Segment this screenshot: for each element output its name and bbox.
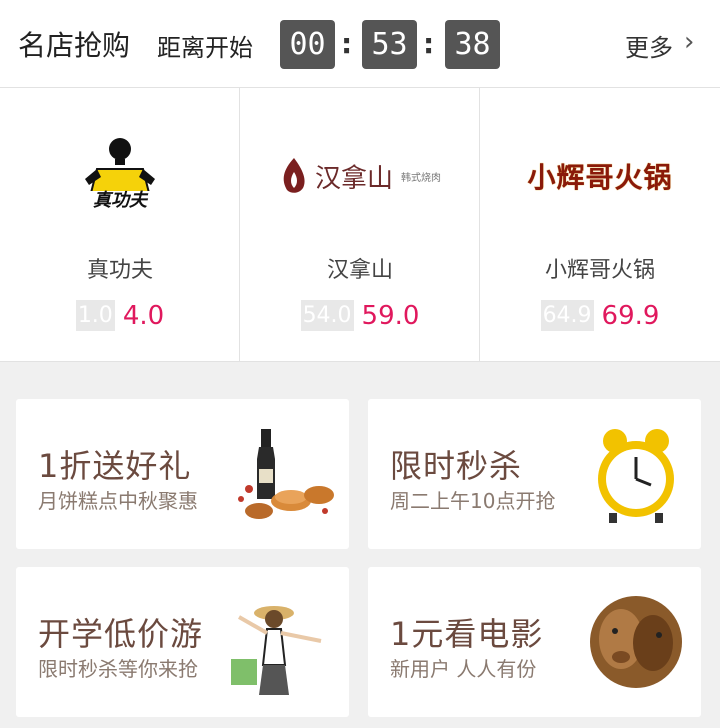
countdown-seconds: 38 <box>445 20 500 69</box>
original-price: 1.0 <box>75 300 115 331</box>
movie-apes-icon <box>590 596 682 688</box>
price-row: 54.0 59.0 <box>240 300 480 331</box>
shop-item-xiaohuige[interactable]: 小辉哥火锅 小辉哥火锅 64.9 69.9 <box>480 88 720 361</box>
shop-name: 真功夫 <box>86 258 153 283</box>
logo-text: 汉拿山 <box>314 163 393 194</box>
promo-subtitle: 限时秒杀等你来抢 <box>38 657 198 681</box>
logo-text: 小辉哥火锅 <box>527 161 673 194</box>
promo-card-gift[interactable]: 1折送好礼 月饼糕点中秋聚惠 <box>16 399 349 549</box>
countdown-label: 距离开始 <box>157 34 253 62</box>
countdown-hours: 00 <box>280 20 335 69</box>
more-link[interactable]: 更多 <box>625 28 673 63</box>
sale-price: 69.9 <box>601 300 660 331</box>
shop-name: 小辉哥火锅 <box>544 258 655 283</box>
countdown-minutes: 53 <box>362 20 417 69</box>
promo-subtitle: 周二上午10点开抢 <box>390 489 556 513</box>
shop-list: 真功夫 真功夫 1.0 4.0 汉拿山 韩式烧肉 汉拿山 54.0 59.0 小… <box>0 88 720 362</box>
xiaohuige-logo: 小辉哥火锅 <box>480 126 720 226</box>
zhengongfu-logo: 真功夫 <box>0 126 240 226</box>
price-row: 1.0 4.0 <box>0 300 240 331</box>
promo-card-movie[interactable]: 1元看电影 新用户 人人有份 <box>368 567 701 717</box>
promo-subtitle: 新用户 人人有份 <box>390 657 537 681</box>
logo-text: 真功夫 <box>93 190 147 211</box>
price-row: 64.9 69.9 <box>480 300 720 331</box>
shop-item-zhengongfu[interactable]: 真功夫 真功夫 1.0 4.0 <box>0 88 240 361</box>
section-title: 名店抢购 <box>18 29 131 62</box>
traveler-girl-icon <box>231 606 322 695</box>
chevron-right-icon[interactable]: › <box>684 27 694 57</box>
promo-title: 1折送好礼 <box>38 447 192 485</box>
original-price: 64.9 <box>540 300 594 331</box>
shop-name: 汉拿山 <box>326 258 393 283</box>
mooncake-wine-icon <box>238 429 334 519</box>
promo-card-flash-sale[interactable]: 限时秒杀 周二上午10点开抢 <box>368 399 701 549</box>
sale-price: 4.0 <box>122 300 165 331</box>
promo-subtitle: 月饼糕点中秋聚惠 <box>38 489 198 513</box>
countdown-separator: : <box>341 27 353 60</box>
original-price: 54.0 <box>300 300 354 331</box>
promo-title: 开学低价游 <box>38 615 204 653</box>
promo-title: 1元看电影 <box>390 615 544 653</box>
shop-item-hannashan[interactable]: 汉拿山 韩式烧肉 汉拿山 54.0 59.0 <box>240 88 480 361</box>
logo-subtext: 韩式烧肉 <box>401 172 441 184</box>
promo-title: 限时秒杀 <box>390 447 523 485</box>
sale-price: 59.0 <box>361 300 420 331</box>
alarm-clock-icon <box>598 429 674 523</box>
countdown-separator: : <box>423 27 435 60</box>
flash-sale-header: 名店抢购 距离开始 00 : 53 : 38 更多 › <box>0 0 720 88</box>
hannashan-logo: 汉拿山 韩式烧肉 <box>240 126 480 226</box>
promo-card-travel[interactable]: 开学低价游 限时秒杀等你来抢 <box>16 567 349 717</box>
